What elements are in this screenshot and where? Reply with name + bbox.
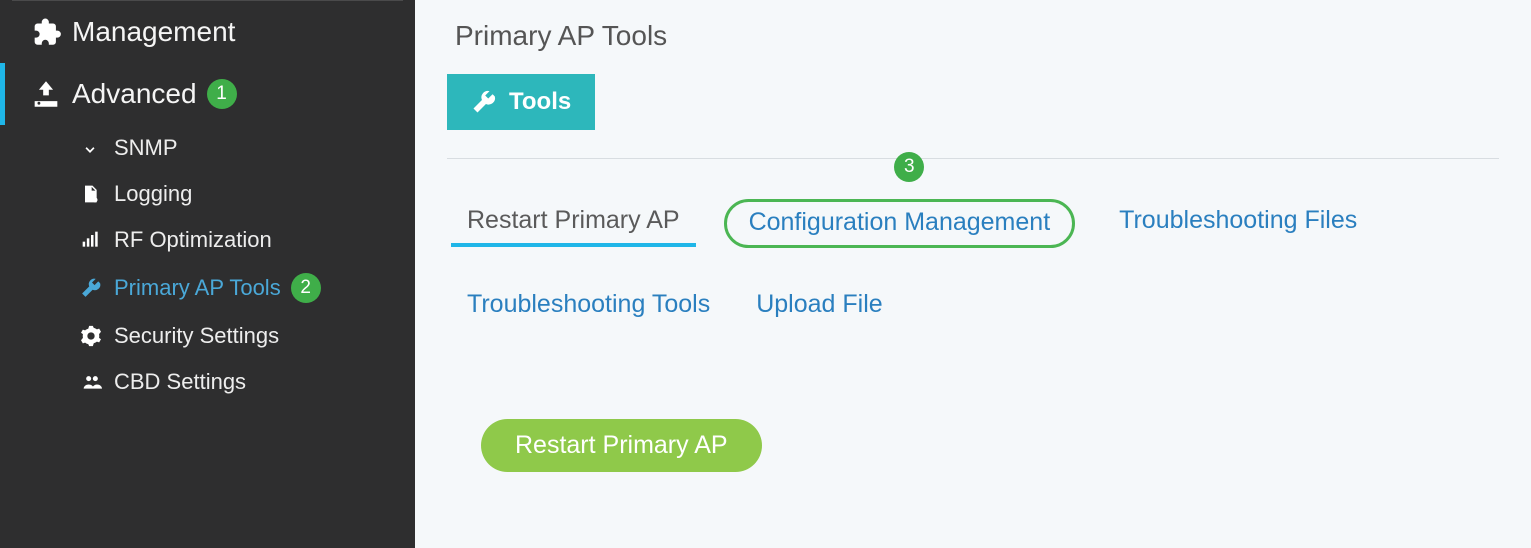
sidebar-sub-rf-optimization[interactable]: RF Optimization — [80, 217, 415, 263]
sidebar-item-label: Security Settings — [114, 323, 279, 349]
users-icon — [80, 372, 114, 392]
tab-restart-primary-ap[interactable]: Restart Primary AP — [465, 202, 682, 245]
tools-button[interactable]: Tools — [447, 74, 595, 130]
divider — [447, 158, 1499, 159]
gear-icon — [80, 325, 114, 347]
sidebar-sub-cbd-settings[interactable]: CBD Settings — [80, 359, 415, 405]
tab-bar: Restart Primary AP 3 Configuration Manag… — [465, 199, 1499, 329]
wrench-icon — [80, 277, 114, 299]
tab-label: Troubleshooting Tools — [467, 290, 710, 318]
sidebar-item-label: Primary AP Tools — [114, 275, 281, 301]
puzzle-icon — [20, 15, 72, 49]
sidebar-item-label: SNMP — [114, 135, 178, 161]
tab-configuration-management[interactable]: 3 Configuration Management — [724, 199, 1076, 248]
button-label: Restart Primary AP — [515, 431, 728, 460]
sidebar-item-label: Logging — [114, 181, 192, 207]
tab-label: Restart Primary AP — [467, 206, 680, 234]
sidebar-item-label: CBD Settings — [114, 369, 246, 395]
sidebar-item-label: Advanced — [72, 78, 197, 110]
tab-label: Troubleshooting Files — [1119, 206, 1357, 234]
sidebar: Management Advanced 1 SNMP Logging RF Op… — [0, 0, 415, 548]
sidebar-item-label: RF Optimization — [114, 227, 272, 253]
download-icon — [20, 77, 72, 111]
document-icon — [80, 183, 114, 205]
sidebar-sub-primary-ap-tools[interactable]: Primary AP Tools 2 — [80, 263, 415, 313]
restart-primary-ap-button[interactable]: Restart Primary AP — [481, 419, 762, 472]
sidebar-sub-security-settings[interactable]: Security Settings — [80, 313, 415, 359]
tools-button-label: Tools — [509, 88, 571, 116]
tab-upload-file[interactable]: Upload File — [754, 286, 884, 329]
tab-label: Upload File — [756, 290, 882, 318]
sidebar-item-advanced[interactable]: Advanced 1 — [0, 63, 415, 125]
signal-bars-icon — [80, 230, 114, 250]
tab-label: Configuration Management — [749, 208, 1051, 236]
step-badge-3: 3 — [894, 152, 924, 182]
step-badge-1: 1 — [207, 79, 237, 109]
arrow-down-icon — [80, 138, 114, 158]
main-content: Primary AP Tools Tools Restart Primary A… — [415, 0, 1531, 548]
tab-troubleshooting-files[interactable]: Troubleshooting Files — [1117, 202, 1359, 245]
tab-troubleshooting-tools[interactable]: Troubleshooting Tools — [465, 286, 712, 329]
sidebar-item-management[interactable]: Management — [0, 1, 415, 63]
sidebar-sublist: SNMP Logging RF Optimization Primary AP … — [0, 125, 415, 405]
sidebar-sub-logging[interactable]: Logging — [80, 171, 415, 217]
sidebar-item-label: Management — [72, 16, 235, 48]
page-title: Primary AP Tools — [455, 20, 1499, 52]
sidebar-sub-snmp[interactable]: SNMP — [80, 125, 415, 171]
step-badge-2: 2 — [291, 273, 321, 303]
wrench-icon — [471, 89, 497, 115]
